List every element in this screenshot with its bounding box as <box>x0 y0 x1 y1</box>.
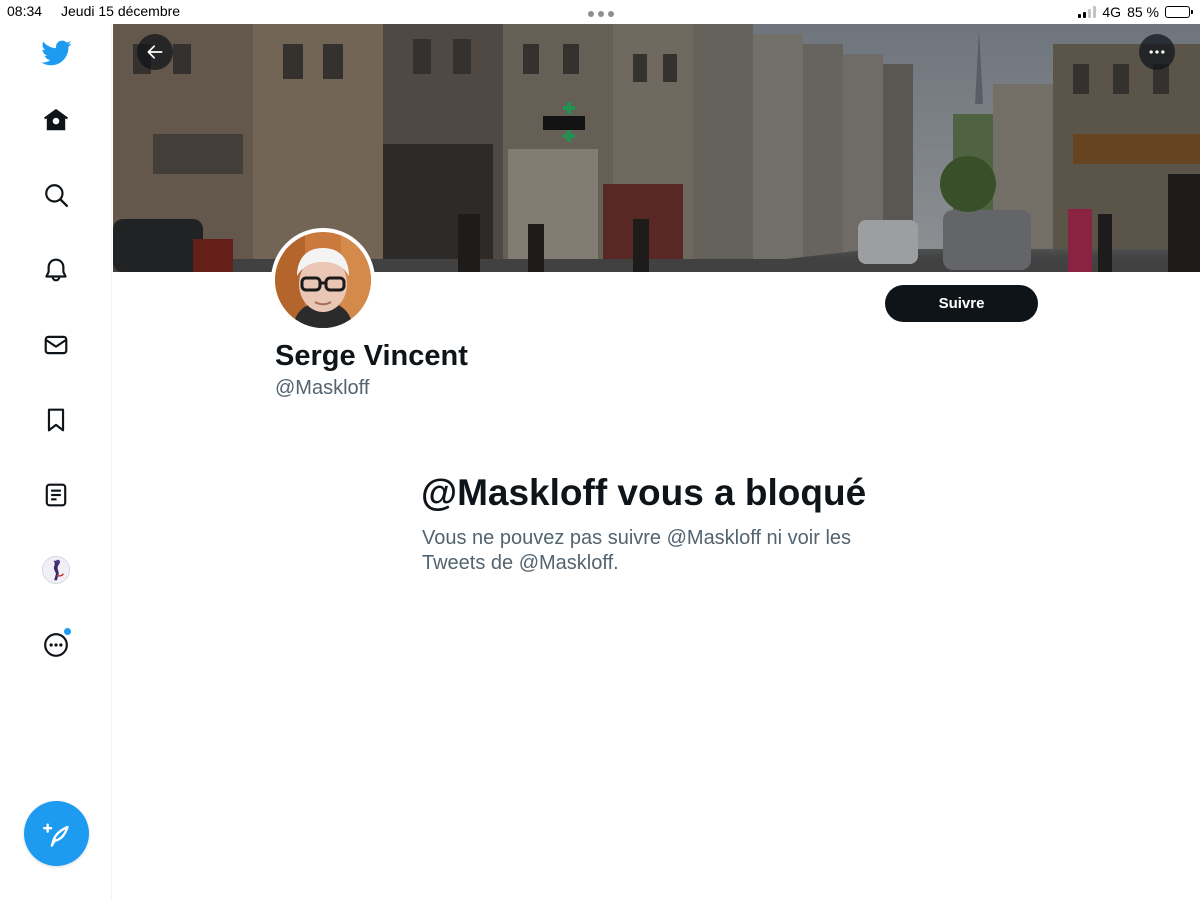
home-icon[interactable] <box>31 95 81 145</box>
blocked-message-title: @Maskloff vous a bloqué <box>421 472 867 513</box>
multitasking-dots-icon[interactable] <box>588 11 614 17</box>
bookmark-icon[interactable] <box>31 395 81 445</box>
profile-avatar-icon[interactable] <box>31 545 81 595</box>
network-type: 4G <box>1102 4 1122 20</box>
status-bar: 08:34 Jeudi 15 décembre 4G 85 % <box>0 0 1200 24</box>
profile-avatar[interactable] <box>271 228 375 332</box>
search-icon[interactable] <box>31 170 81 220</box>
more-options-icon[interactable] <box>31 620 81 670</box>
battery-percent: 85 % <box>1127 4 1159 20</box>
profile-banner-image <box>113 24 1200 272</box>
lists-icon[interactable] <box>31 470 81 520</box>
ellipsis-icon <box>1149 50 1165 54</box>
notification-dot <box>64 628 71 635</box>
battery-icon <box>1165 6 1193 18</box>
arrow-left-icon <box>147 45 163 59</box>
status-indicators: 4G 85 % <box>1078 3 1193 21</box>
cellular-signal-icon <box>1078 6 1097 18</box>
back-button[interactable] <box>137 34 173 70</box>
status-date: Jeudi 15 décembre <box>61 3 181 19</box>
blocked-message-description: Vous ne pouvez pas suivre @Maskloff ni v… <box>422 527 852 574</box>
notifications-bell-icon[interactable] <box>31 245 81 295</box>
sidebar-nav <box>0 24 112 900</box>
more-menu-button[interactable] <box>1139 34 1175 70</box>
twitter-logo-icon[interactable] <box>31 28 81 78</box>
profile-handle: @Maskloff <box>275 377 370 399</box>
follow-button[interactable]: Suivre <box>885 285 1038 322</box>
status-time: 08:34 <box>7 3 43 19</box>
compose-tweet-icon <box>42 823 69 847</box>
compose-tweet-button[interactable] <box>24 801 89 866</box>
profile-display-name: Serge Vincent <box>275 340 468 372</box>
messages-envelope-icon[interactable] <box>31 320 81 370</box>
